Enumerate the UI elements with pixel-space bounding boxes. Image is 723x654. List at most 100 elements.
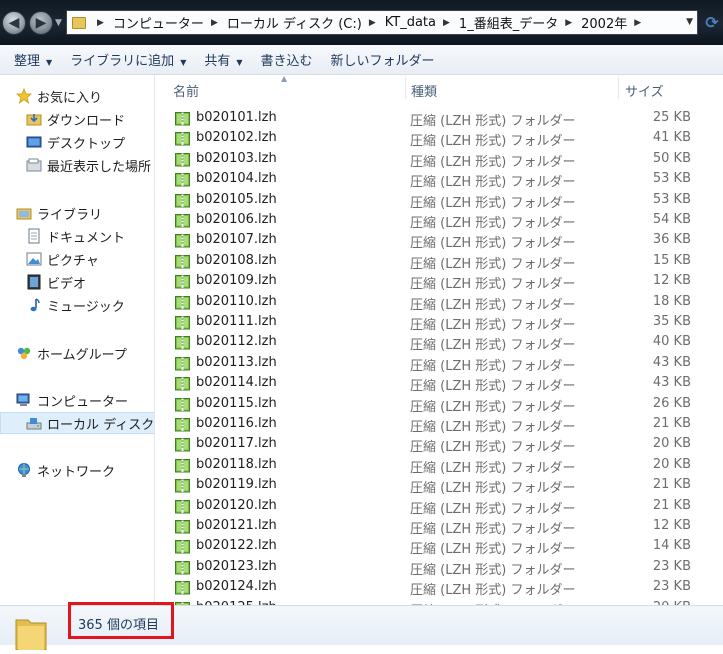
column-headers: ▲ 名前 種類 サイズ	[155, 75, 723, 101]
file-row[interactable]: b020120.lzh 圧縮 (LZH 形式) フォルダー 21 KB	[155, 496, 723, 517]
new-folder-button[interactable]: 新しいフォルダー	[322, 50, 444, 69]
file-row[interactable]: b020112.lzh 圧縮 (LZH 形式) フォルダー 40 KB	[155, 332, 723, 353]
breadcrumb-chevron-icon[interactable]: ▶	[634, 18, 641, 28]
nav-desktop[interactable]: デスクトップ	[26, 131, 125, 153]
navigation-pane: お気に入り ダウンロード デスクトップ 最近表示した場所 ライブラリ ドキュメン…	[0, 75, 155, 605]
compressed-folder-icon	[175, 520, 190, 534]
file-row[interactable]: b020109.lzh 圧縮 (LZH 形式) フォルダー 12 KB	[155, 271, 723, 292]
address-history-dropdown-icon[interactable]: ▼	[686, 17, 693, 27]
file-size: 12 KB	[652, 518, 691, 533]
nav-homegroup-label: ホームグループ	[37, 347, 127, 363]
file-row[interactable]: b020110.lzh 圧縮 (LZH 形式) フォルダー 18 KB	[155, 292, 723, 313]
file-row[interactable]: b020103.lzh 圧縮 (LZH 形式) フォルダー 50 KB	[155, 149, 723, 170]
nav-pictures[interactable]: ピクチャ	[26, 248, 99, 270]
breadcrumb-kt-data[interactable]: KT_data	[385, 15, 436, 30]
file-name: b020102.lzh	[196, 130, 277, 146]
column-divider[interactable]	[618, 77, 619, 99]
column-header-size[interactable]: サイズ	[625, 81, 664, 100]
file-row[interactable]: b020111.lzh 圧縮 (LZH 形式) フォルダー 35 KB	[155, 312, 723, 333]
forward-button[interactable]: ▶	[29, 11, 53, 35]
nav-favorites[interactable]: お気に入り	[16, 85, 102, 107]
file-row[interactable]: b020116.lzh 圧縮 (LZH 形式) フォルダー 21 KB	[155, 414, 723, 435]
nav-music[interactable]: ミュージック	[26, 294, 125, 316]
organize-button[interactable]: 整理 ▼	[0, 50, 61, 69]
file-row[interactable]: b020104.lzh 圧縮 (LZH 形式) フォルダー 53 KB	[155, 169, 723, 191]
nav-pictures-label: ピクチャ	[47, 253, 99, 269]
nav-documents[interactable]: ドキュメント	[26, 225, 125, 247]
breadcrumb-chevron-icon[interactable]: ▶	[97, 18, 104, 28]
file-name: b020107.lzh	[196, 232, 277, 248]
file-row[interactable]: b020119.lzh 圧縮 (LZH 形式) フォルダー 21 KB	[155, 475, 723, 496]
file-row[interactable]: b020114.lzh 圧縮 (LZH 形式) フォルダー 43 KB	[155, 373, 723, 394]
pictures-icon	[26, 251, 42, 267]
nav-computer[interactable]: コンピューター	[16, 389, 128, 411]
file-size: 50 KB	[652, 150, 691, 166]
file-type: 圧縮 (LZH 形式) フォルダー	[410, 460, 576, 476]
file-row[interactable]: b020125.lzh圧縮 (LZH 形式) フォルダー20 KB	[155, 598, 723, 605]
breadcrumb-program-data[interactable]: 1_番組表_データ	[459, 13, 558, 32]
file-name: b020108.lzh	[196, 252, 277, 268]
file-size: 21 KB	[652, 497, 691, 513]
burn-button[interactable]: 書き込む	[252, 50, 322, 69]
nav-videos[interactable]: ビデオ	[26, 271, 86, 293]
file-row[interactable]: b020115.lzh 圧縮 (LZH 形式) フォルダー 26 KB	[155, 394, 723, 415]
chevron-down-icon: ▼	[180, 58, 187, 67]
file-row[interactable]: b020121.lzh 圧縮 (LZH 形式) フォルダー 12 KB	[155, 516, 723, 537]
nav-network[interactable]: ネットワーク	[16, 459, 115, 481]
file-type: 圧縮 (LZH 形式) フォルダー	[410, 154, 576, 170]
nav-recent-places[interactable]: 最近表示した場所	[26, 154, 151, 176]
file-row[interactable]: b020106.lzh 圧縮 (LZH 形式) フォルダー 54 KB	[155, 210, 723, 231]
file-size: 18 KB	[652, 293, 691, 309]
file-size: 15 KB	[652, 252, 691, 268]
compressed-folder-icon	[175, 132, 190, 146]
file-row[interactable]: b020102.lzh 圧縮 (LZH 形式) フォルダー 41 KB	[155, 128, 723, 149]
file-row[interactable]: b020122.lzh 圧縮 (LZH 形式) フォルダー 14 KB	[155, 536, 723, 557]
breadcrumb-local-disk[interactable]: ローカル ディスク (C:)	[227, 13, 362, 32]
compressed-folder-icon	[175, 356, 190, 371]
file-row[interactable]: b020117.lzh 圧縮 (LZH 形式) フォルダー 20 KB	[155, 434, 723, 456]
breadcrumb-chevron-icon[interactable]: ▶	[369, 18, 376, 28]
back-button[interactable]: ◀	[2, 11, 26, 35]
share-button[interactable]: 共有 ▼	[195, 50, 251, 69]
file-row[interactable]: b020118.lzh 圧縮 (LZH 形式) フォルダー 20 KB	[155, 455, 723, 476]
column-divider[interactable]	[405, 77, 406, 99]
file-type: 圧縮 (LZH 形式) フォルダー	[410, 440, 576, 456]
music-icon	[26, 297, 42, 313]
breadcrumb-chevron-icon[interactable]: ▶	[211, 18, 218, 28]
file-row[interactable]: b020113.lzh 圧縮 (LZH 形式) フォルダー 43 KB	[155, 353, 723, 374]
compressed-folder-icon	[175, 479, 190, 493]
file-row[interactable]: b020123.lzh 圧縮 (LZH 形式) フォルダー 23 KB	[155, 557, 723, 578]
star-icon	[16, 88, 32, 104]
column-header-type[interactable]: 種類	[411, 81, 437, 100]
address-path-box[interactable]: ▶ コンピューター ▶ ローカル ディスク (C:) ▶ KT_data ▶ 1…	[66, 10, 698, 35]
compressed-folder-icon	[175, 193, 190, 208]
downloads-folder-icon	[26, 111, 42, 127]
nav-local-disk[interactable]: ローカル ディスク (	[0, 412, 154, 434]
file-name: b020101.lzh	[196, 110, 277, 125]
breadcrumb-2002[interactable]: 2002年	[581, 13, 627, 32]
file-size: 43 KB	[652, 375, 691, 391]
file-type: 圧縮 (LZH 形式) フォルダー	[410, 175, 576, 191]
file-row[interactable]: b020107.lzh 圧縮 (LZH 形式) フォルダー 36 KB	[155, 230, 723, 252]
nav-computer-label: コンピューター	[37, 394, 129, 410]
nav-homegroup[interactable]: ホームグループ	[16, 342, 127, 364]
nav-downloads[interactable]: ダウンロード	[26, 108, 125, 130]
add-to-library-button[interactable]: ライブラリに追加 ▼	[61, 50, 195, 69]
file-row[interactable]: b020105.lzh 圧縮 (LZH 形式) フォルダー 53 KB	[155, 190, 723, 211]
breadcrumb-chevron-icon[interactable]: ▶	[565, 18, 572, 28]
file-size: 21 KB	[652, 416, 691, 431]
file-row[interactable]: b020101.lzh 圧縮 (LZH 形式) フォルダー 25 KB	[155, 108, 723, 129]
file-type: 圧縮 (LZH 形式) フォルダー	[410, 236, 576, 252]
file-row[interactable]: b020124.lzh 圧縮 (LZH 形式) フォルダー 23 KB	[155, 577, 723, 598]
recent-pages-dropdown-icon[interactable]: ▼	[55, 18, 62, 28]
nav-libraries[interactable]: ライブラリ	[16, 202, 102, 224]
breadcrumb-chevron-icon[interactable]: ▶	[443, 18, 450, 28]
file-size: 41 KB	[652, 130, 691, 146]
breadcrumb-computer[interactable]: コンピューター	[113, 13, 204, 32]
column-header-name[interactable]: 名前	[173, 81, 199, 100]
file-row[interactable]: b020108.lzh 圧縮 (LZH 形式) フォルダー 15 KB	[155, 251, 723, 272]
file-size: 21 KB	[652, 477, 691, 493]
refresh-icon[interactable]: ⟳	[702, 12, 722, 34]
compressed-folder-icon	[175, 418, 190, 432]
nav-libraries-label: ライブラリ	[37, 207, 103, 223]
